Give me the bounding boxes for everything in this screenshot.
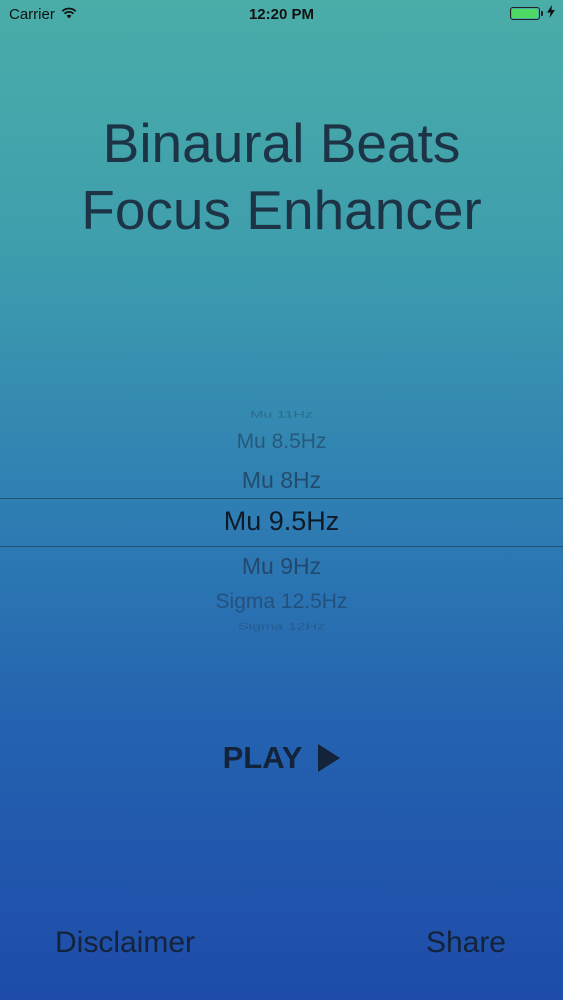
picker-selection-bottom-line [0, 546, 563, 547]
picker-option[interactable]: Mu 8.5Hz [0, 430, 563, 454]
play-button[interactable]: PLAY [0, 740, 563, 776]
frequency-picker[interactable]: Mu 11Hz Mu 8.5Hz Mu 8Hz Mu 9.5Hz Mu 9Hz … [0, 400, 563, 640]
disclaimer-button[interactable]: Disclaimer [55, 926, 195, 960]
charging-bolt-icon [547, 5, 555, 22]
battery-fill [512, 9, 538, 18]
play-icon [318, 744, 341, 772]
play-label: PLAY [222, 740, 303, 775]
picker-option[interactable]: Sigma 12Hz [0, 622, 563, 633]
picker-option[interactable]: Mu 11Hz [0, 410, 563, 421]
battery-icon [510, 7, 540, 20]
picker-option-selected[interactable]: Mu 9.5Hz [0, 506, 563, 537]
picker-option[interactable]: Mu 9Hz [0, 553, 563, 580]
status-time: 12:20 PM [248, 6, 315, 23]
picker-selection-top-line [0, 498, 563, 499]
app-title: Binaural Beats Focus Enhancer [0, 110, 563, 244]
share-button[interactable]: Share [426, 926, 506, 960]
status-bar: Carrier 12:20 PM [0, 0, 563, 30]
picker-option[interactable]: Mu 8Hz [0, 467, 563, 494]
battery-cap [541, 11, 543, 16]
title-line-1: Binaural Beats [102, 112, 461, 174]
status-right [510, 5, 555, 22]
title-line-2: Focus Enhancer [81, 179, 482, 241]
picker-option[interactable]: Sigma 12.5Hz [0, 590, 563, 614]
